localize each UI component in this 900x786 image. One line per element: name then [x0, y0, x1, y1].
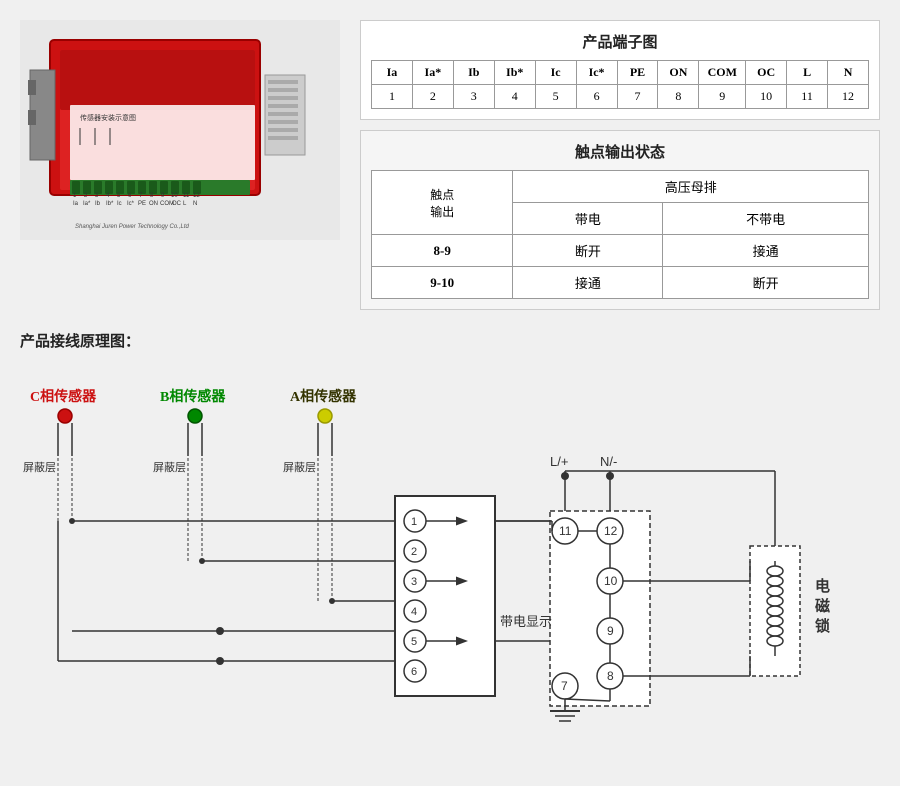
svg-text:屏蔽层: 屏蔽层: [283, 461, 316, 474]
svg-text:1: 1: [411, 516, 417, 528]
terminal-header-cell: Ib*: [494, 61, 535, 85]
terminal-value-cell: 12: [828, 85, 869, 109]
terminal-value-cell: 6: [576, 85, 617, 109]
svg-text:N/-: N/-: [600, 454, 617, 469]
terminal-header-cell: Ib: [453, 61, 494, 85]
svg-text:Shanghai Juren Power Technolog: Shanghai Juren Power Technology Co.,Ltd: [75, 224, 190, 230]
svg-text:6: 6: [411, 666, 417, 678]
powered-header: 带电: [513, 203, 663, 235]
bottom-section: 产品接线原理图： C相传感器 B相传感器 A相传感器 屏蔽层: [0, 320, 900, 786]
svg-text:锁: 锁: [815, 617, 830, 635]
terminal-value-cell: 7: [617, 85, 658, 109]
svg-text:C相传感器: C相传感器: [30, 388, 97, 405]
svg-text:Ib*: Ib*: [106, 201, 114, 207]
svg-text:L/+: L/+: [550, 454, 568, 469]
terminal-value-row: 123456789101112: [372, 85, 869, 109]
contact-unpowered-cell: 接通: [663, 235, 869, 267]
contact-powered-cell: 接通: [513, 267, 663, 299]
svg-text:4: 4: [411, 606, 417, 618]
terminal-header-cell: OC: [746, 61, 787, 85]
right-panel: 产品端子图 IaIa*IbIb*IcIc*PEONCOMOCLN 1234567…: [360, 20, 880, 310]
svg-text:A相传感器: A相传感器: [290, 388, 357, 405]
contact-output-title: 触点输出状态: [371, 141, 869, 162]
contact-data-row: 9-10接通断开: [372, 267, 869, 299]
svg-text:3: 3: [411, 576, 417, 588]
svg-text:磁: 磁: [815, 597, 830, 615]
contact-data-row: 8-9断开接通: [372, 235, 869, 267]
terminal-diagram-section: 产品端子图 IaIa*IbIb*IcIc*PEONCOMOCLN 1234567…: [360, 20, 880, 120]
terminal-header-cell: L: [787, 61, 828, 85]
svg-text:Ia: Ia: [73, 201, 79, 207]
svg-text:9: 9: [607, 624, 614, 638]
contact-unpowered-cell: 断开: [663, 267, 869, 299]
svg-text:10: 10: [604, 574, 618, 588]
terminal-header-cell: N: [828, 61, 869, 85]
wiring-diagram: C相传感器 B相传感器 A相传感器 屏蔽层 屏蔽层: [20, 356, 880, 776]
svg-text:11: 11: [559, 524, 572, 538]
wiring-svg: C相传感器 B相传感器 A相传感器 屏蔽层 屏蔽层: [20, 356, 880, 776]
svg-text:电: 电: [815, 577, 830, 595]
terminal-header-cell: PE: [617, 61, 658, 85]
svg-text:7: 7: [561, 679, 568, 693]
contact-table: 触点输出 高压母排 带电 不带电 8-9断开接通9-10接通断开: [371, 170, 869, 299]
terminal-value-cell: 2: [412, 85, 453, 109]
contact-table-body: 8-9断开接通9-10接通断开: [372, 235, 869, 299]
unpowered-header: 不带电: [663, 203, 869, 235]
terminal-header-cell: Ia*: [412, 61, 453, 85]
svg-text:传感器安装示意图: 传感器安装示意图: [80, 113, 136, 122]
terminal-header-cell: Ic*: [576, 61, 617, 85]
terminal-header-row: IaIa*IbIb*IcIc*PEONCOMOCLN: [372, 61, 869, 85]
contact-header-row: 触点输出 高压母排: [372, 171, 869, 203]
terminal-diagram-title: 产品端子图: [371, 31, 869, 52]
terminal-header-cell: Ic: [535, 61, 576, 85]
svg-text:OC: OC: [172, 201, 182, 207]
contact-id-cell: 8-9: [372, 235, 513, 267]
svg-text:12: 12: [604, 524, 618, 538]
terminal-value-cell: 5: [535, 85, 576, 109]
terminal-header-cell: COM: [699, 61, 746, 85]
terminal-value-cell: 11: [787, 85, 828, 109]
svg-text:Ic*: Ic*: [127, 201, 135, 207]
svg-text:屏蔽层: 屏蔽层: [153, 461, 186, 474]
svg-text:8: 8: [607, 669, 614, 683]
terminal-header-cell: ON: [658, 61, 699, 85]
svg-text:带电显示: 带电显示: [500, 614, 552, 629]
svg-text:Ia*: Ia*: [83, 201, 91, 207]
contact-output-header: 触点输出: [372, 171, 513, 235]
terminal-value-cell: 8: [658, 85, 699, 109]
svg-text:12: 12: [193, 193, 200, 199]
svg-text:Ib: Ib: [95, 201, 101, 207]
terminal-header-cell: Ia: [372, 61, 413, 85]
wiring-title: 产品接线原理图：: [20, 330, 880, 351]
svg-text:N: N: [193, 201, 197, 207]
contact-id-cell: 9-10: [372, 267, 513, 299]
contact-powered-cell: 断开: [513, 235, 663, 267]
svg-text:B相传感器: B相传感器: [160, 388, 226, 405]
terminal-value-cell: 3: [453, 85, 494, 109]
svg-text:5: 5: [411, 636, 417, 648]
svg-text:Ic: Ic: [117, 201, 122, 207]
terminal-table: IaIa*IbIb*IcIc*PEONCOMOCLN 1234567891011…: [371, 60, 869, 109]
product-image: 传感器安装示意图 Ia Ia* Ib: [20, 20, 340, 240]
busbar-header: 高压母排: [513, 171, 869, 203]
svg-text:PE: PE: [138, 201, 146, 207]
svg-text:ON: ON: [149, 201, 158, 207]
svg-text:2: 2: [411, 546, 417, 558]
terminal-value-cell: 9: [699, 85, 746, 109]
svg-text:11: 11: [183, 193, 190, 199]
terminal-value-cell: 10: [746, 85, 787, 109]
terminal-value-cell: 4: [494, 85, 535, 109]
svg-text:10: 10: [171, 193, 178, 199]
terminal-value-cell: 1: [372, 85, 413, 109]
contact-output-section: 触点输出状态 触点输出 高压母排 带电 不带电 8-9断开接通9-10接通断开: [360, 130, 880, 310]
svg-text:屏蔽层: 屏蔽层: [23, 461, 56, 474]
